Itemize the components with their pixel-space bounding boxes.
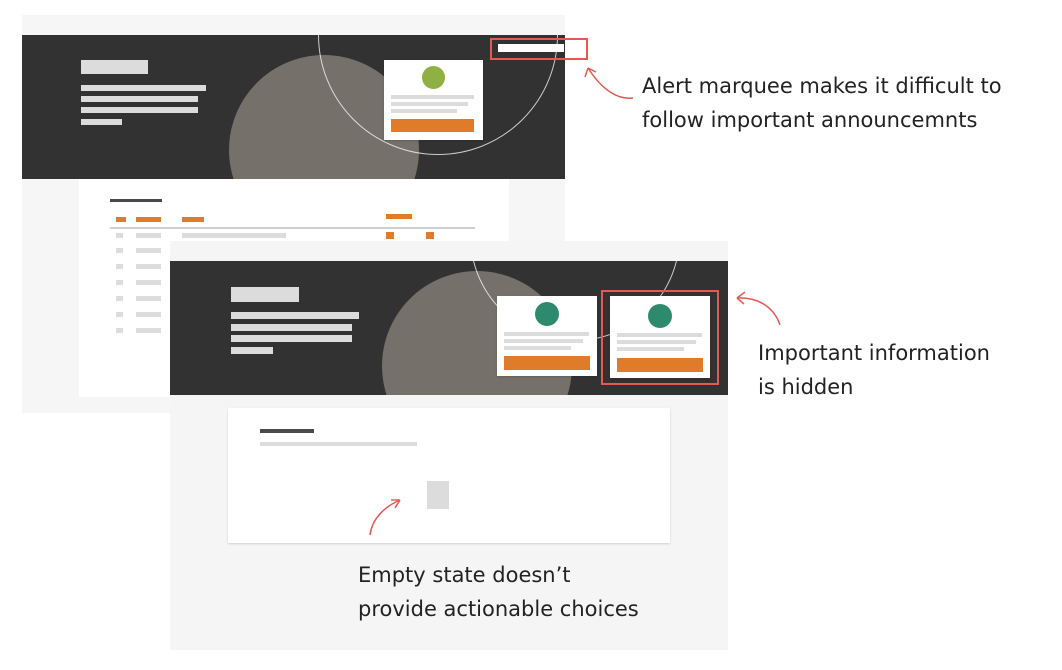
front-hero-text-line [231, 312, 359, 319]
back-hero-banner [22, 35, 565, 179]
front-hero-text-line [231, 324, 352, 331]
back-hero-text-line [81, 107, 198, 113]
card-text-line [391, 102, 468, 106]
back-hero-text-line [81, 96, 198, 102]
table-row-cell [136, 248, 161, 253]
table-row-cell [386, 232, 394, 239]
table-row-cell [116, 312, 123, 317]
card-action-button[interactable] [391, 119, 474, 132]
curved-arrow-icon [584, 67, 634, 99]
table-row-cell [182, 233, 286, 238]
annotation-alert-marquee: Alert marquee makes it difficult to foll… [642, 74, 1002, 132]
card-text-line [504, 332, 589, 336]
front-hero-card [497, 296, 597, 376]
curved-arrow-icon [736, 291, 781, 326]
empty-state-subheading-line [260, 442, 417, 446]
table-header-cell [386, 214, 412, 219]
table-row-cell [426, 232, 434, 239]
annotation-hidden-info: Important information is hidden [758, 341, 990, 399]
table-header-cell [116, 217, 126, 222]
back-hero-title [81, 60, 148, 74]
table-row-cell [136, 312, 161, 317]
card-text-line [504, 346, 571, 350]
front-hero-banner [170, 261, 728, 395]
avatar-icon [535, 302, 559, 326]
table-row-cell [116, 233, 123, 238]
table-row-cell [116, 248, 123, 253]
table-heading-line [110, 199, 162, 202]
alert-marquee-highlight [490, 38, 588, 60]
empty-state-heading-line [260, 429, 314, 433]
table-header-cell [136, 217, 161, 222]
table-row-cell [116, 328, 123, 333]
annotation-empty-state: Empty state doesn’t provide actionable c… [358, 563, 639, 621]
front-hero-text-line [231, 335, 352, 342]
table-row-cell [136, 280, 161, 285]
table-row-cell [116, 280, 123, 285]
back-hero-text-line [81, 119, 122, 125]
curved-arrow-icon [369, 499, 401, 536]
table-header-divider [110, 227, 475, 229]
back-hero-card [384, 60, 483, 140]
table-row-cell [136, 328, 161, 333]
table-row-cell [116, 296, 123, 301]
hidden-info-highlight [601, 290, 719, 385]
front-hero-title [231, 287, 299, 302]
card-text-line [391, 109, 457, 113]
table-row-cell [136, 296, 161, 301]
back-hero-text-line [81, 85, 206, 91]
empty-state-icon [427, 481, 449, 509]
front-hero-text-line [231, 347, 273, 354]
table-header-cell [182, 217, 204, 222]
table-row-cell [136, 264, 161, 269]
table-row-cell [116, 264, 123, 269]
table-row-cell [136, 233, 161, 238]
card-action-button[interactable] [504, 356, 590, 370]
empty-state-card [228, 408, 670, 543]
illustration-root: { "annotations": { "alert_marquee": "Ale… [0, 0, 1062, 670]
card-text-line [391, 95, 474, 99]
card-text-line [504, 339, 583, 343]
avatar-icon [422, 66, 445, 89]
